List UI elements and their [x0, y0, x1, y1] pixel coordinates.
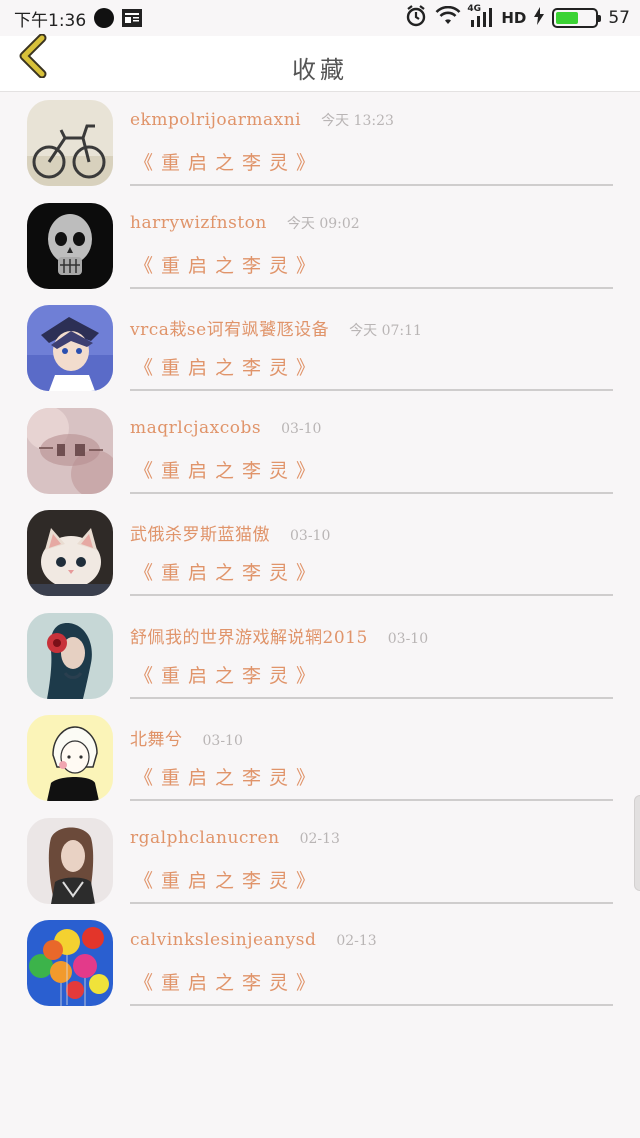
book-title[interactable]: 《重启之李灵》 [134, 148, 323, 175]
battery-level: 57 [608, 8, 630, 28]
meta-line: rgalphclanucren 02-13 [130, 828, 340, 848]
avatar[interactable] [27, 510, 113, 596]
list-item[interactable]: maqrlcjaxcobs 03-10 《重启之李灵》 [0, 400, 640, 503]
timestamp: 今天 09:02 [286, 215, 360, 232]
meta-line: vrca栽se诃宥飒饕豗设备 今天 07:11 [130, 315, 422, 340]
item-body: vrca栽se诃宥飒饕豗设备 今天 07:11 《重启之李灵》 [130, 297, 613, 391]
item-body: calvinkslesinjeanysd 02-13 《重启之李灵》 [130, 912, 613, 1006]
timestamp: 今天 13:23 [321, 113, 394, 129]
username[interactable]: harrywizfnston [130, 213, 267, 233]
item-body: ekmpolrijoarmaxni 今天 13:23 《重启之李灵》 [130, 92, 613, 186]
status-time: 下午1:36 [14, 10, 87, 31]
list-item[interactable]: 北舞兮 03-10 《重启之李灵》 [0, 707, 640, 810]
list-item[interactable]: vrca栽se诃宥飒饕豗设备 今天 07:11 《重启之李灵》 [0, 297, 640, 400]
timestamp: 03-10 [387, 630, 429, 647]
username[interactable]: 北舞兮 [130, 725, 183, 750]
item-body: 武俄杀罗斯蓝猫傲 03-10 《重启之李灵》 [130, 502, 613, 596]
avatar[interactable] [27, 100, 113, 186]
battery-icon [552, 8, 602, 28]
book-title[interactable]: 《重启之李灵》 [134, 661, 323, 688]
page-title: 收藏 [292, 56, 348, 84]
meta-line: 北舞兮 03-10 [130, 725, 243, 750]
avatar[interactable] [27, 202, 113, 289]
username[interactable]: rgalphclanucren [130, 828, 280, 848]
list-item[interactable]: 舒佩我的世界游戏解说辋2015 03-10 《重启之李灵》 [0, 605, 640, 708]
avatar[interactable] [27, 305, 113, 391]
header: 收藏 [0, 33, 640, 92]
network-type: 4G [467, 4, 481, 14]
news-icon [122, 9, 143, 27]
favorites-list: ekmpolrijoarmaxni 今天 13:23 《重启之李灵》 harry… [0, 92, 640, 1015]
timestamp: 02-13 [299, 830, 340, 847]
meta-line: harrywizfnston 今天 09:02 [130, 213, 360, 233]
battery-fill [556, 12, 579, 24]
book-title[interactable]: 《重启之李灵》 [134, 353, 323, 380]
avatar[interactable] [27, 817, 113, 904]
username[interactable]: vrca栽se诃宥飒饕豗设备 [130, 315, 329, 340]
item-body: harrywizfnston 今天 09:02 《重启之李灵》 [130, 195, 613, 289]
username[interactable]: ekmpolrijoarmaxni [130, 110, 301, 130]
username[interactable]: 舒佩我的世界游戏解说辋2015 [130, 623, 368, 648]
meta-line: ekmpolrijoarmaxni 今天 13:23 [130, 110, 394, 130]
meta-line: 舒佩我的世界游戏解说辋2015 03-10 [130, 623, 428, 648]
item-body: rgalphclanucren 02-13 《重启之李灵》 [130, 810, 613, 904]
book-title[interactable]: 《重启之李灵》 [134, 763, 323, 790]
status-bar: 下午1:36 4G HD 57 [0, 0, 640, 36]
meta-line: maqrlcjaxcobs 03-10 [130, 418, 321, 438]
book-title[interactable]: 《重启之李灵》 [134, 968, 323, 995]
list-item[interactable]: harrywizfnston 今天 09:02 《重启之李灵》 [0, 195, 640, 298]
notification-dot-icon [94, 8, 115, 28]
meta-line: 武俄杀罗斯蓝猫傲 03-10 [130, 520, 330, 545]
timestamp: 今天 07:11 [349, 323, 422, 339]
meta-line: calvinkslesinjeanysd 02-13 [130, 930, 377, 950]
book-title[interactable]: 《重启之李灵》 [134, 866, 323, 893]
timestamp: 03-10 [281, 420, 322, 437]
hd-icon: HD [501, 9, 527, 27]
list-item[interactable]: ekmpolrijoarmaxni 今天 13:23 《重启之李灵》 [0, 92, 640, 195]
list-item[interactable]: rgalphclanucren 02-13 《重启之李灵》 [0, 810, 640, 913]
username[interactable]: 武俄杀罗斯蓝猫傲 [130, 520, 270, 545]
wifi-icon [435, 5, 461, 31]
list-item[interactable]: calvinkslesinjeanysd 02-13 《重启之李灵》 [0, 912, 640, 1015]
item-body: 北舞兮 03-10 《重启之李灵》 [130, 707, 613, 801]
charging-icon [534, 6, 545, 30]
avatar[interactable] [27, 407, 113, 494]
username[interactable]: calvinkslesinjeanysd [130, 930, 316, 950]
username[interactable]: maqrlcjaxcobs [130, 418, 261, 438]
timestamp: 02-13 [336, 933, 377, 949]
item-body: 舒佩我的世界游戏解说辋2015 03-10 《重启之李灵》 [130, 605, 613, 699]
book-title[interactable]: 《重启之李灵》 [134, 456, 323, 483]
item-body: maqrlcjaxcobs 03-10 《重启之李灵》 [130, 400, 613, 494]
timestamp: 03-10 [202, 733, 243, 749]
avatar[interactable] [27, 920, 113, 1006]
avatar[interactable] [27, 715, 113, 801]
timestamp: 03-10 [290, 528, 331, 544]
status-right: 4G HD 57 [405, 4, 630, 32]
book-title[interactable]: 《重启之李灵》 [134, 251, 323, 278]
status-left: 下午1:36 [14, 6, 143, 31]
avatar[interactable] [27, 612, 113, 699]
list-item[interactable]: 武俄杀罗斯蓝猫傲 03-10 《重启之李灵》 [0, 502, 640, 605]
alarm-icon [405, 4, 427, 32]
book-title[interactable]: 《重启之李灵》 [134, 558, 323, 585]
scroll-handle[interactable] [634, 795, 640, 891]
signal-icon: 4G [467, 4, 493, 28]
